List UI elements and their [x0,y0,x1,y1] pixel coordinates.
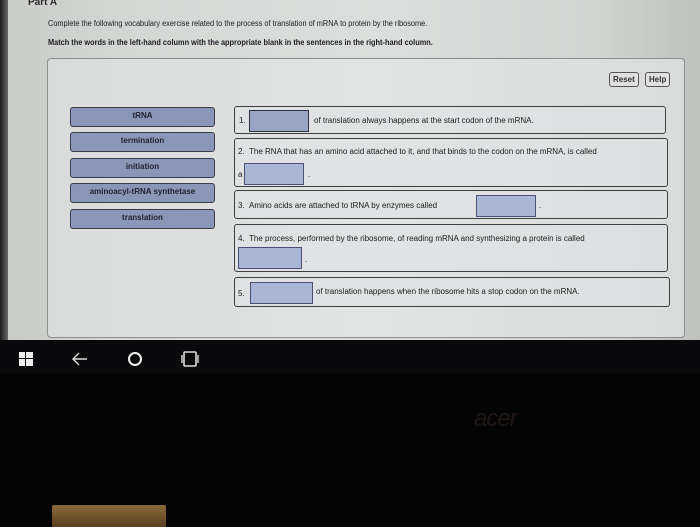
article-text: a [238,170,243,179]
question-text: Amino acids are attached to tRNA by enzy… [249,201,438,210]
taskbar [0,340,700,374]
instruction-text: Complete the following vocabulary exerci… [48,19,428,28]
search-circle-icon[interactable] [127,351,143,372]
question-5: 5. of translation happens when the ribos… [234,277,670,307]
part-title: Part A [28,0,58,8]
question-number: 5. [238,289,245,298]
screen: Part A Complete the following vocabulary… [0,0,700,340]
question-number: 2. [238,147,245,156]
word-tile-termination[interactable]: termination [70,132,215,152]
word-tile-aminoacyl-trna-synthetase[interactable]: aminoacyl-tRNA synthetase [70,183,215,203]
answer-blank-1[interactable] [249,110,309,132]
word-tile-initiation[interactable]: initiation [70,158,215,178]
question-number: 3. [238,201,245,210]
question-1: 1. of translation always happens at the … [234,106,666,134]
question-number: 4. [238,234,245,243]
answer-blank-3[interactable] [476,195,536,217]
period-text: . [539,201,542,210]
question-3: 3. Amino acids are attached to tRNA by e… [234,190,668,219]
acer-logo: acer [474,405,518,432]
task-view-icon[interactable] [180,351,200,372]
help-button[interactable]: Help [645,72,671,87]
word-tile-trna[interactable]: tRNA [70,107,215,127]
period-text: . [308,170,311,179]
question-text: The process, performed by the ribosome, … [249,234,585,243]
word-tile-translation[interactable]: translation [70,209,215,229]
desk-object [52,505,166,527]
question-4: 4. The process, performed by the ribosom… [234,224,668,272]
reset-button[interactable]: Reset [609,72,639,87]
answer-blank-5[interactable] [250,282,313,304]
windows-start-icon[interactable] [19,352,33,371]
question-2: 2. The RNA that has an amino acid attach… [234,138,668,187]
answer-blank-2[interactable] [244,163,304,185]
answer-blank-4[interactable] [238,247,302,269]
question-number: 1. [239,116,246,125]
question-text: The RNA that has an amino acid attached … [249,147,597,156]
screen-edge [0,0,8,340]
period-text: . [305,255,308,264]
match-instruction-text: Match the words in the left-hand column … [48,38,433,47]
question-text: of translation happens when the ribosome… [316,287,580,296]
back-arrow-icon[interactable] [72,352,88,371]
question-text: of translation always happens at the sta… [314,116,534,125]
